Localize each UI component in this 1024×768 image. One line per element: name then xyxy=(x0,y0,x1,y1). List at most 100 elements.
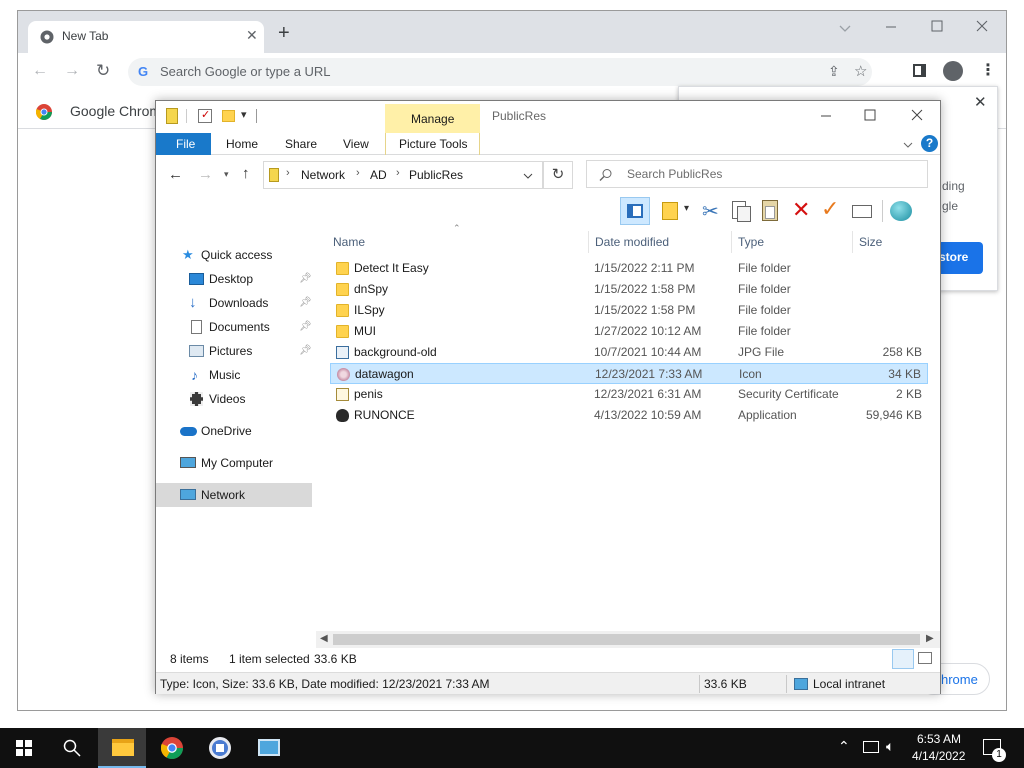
maximize-icon[interactable] xyxy=(864,109,876,121)
column-header-name[interactable]: Name xyxy=(330,231,586,253)
file-explorer-taskbar-icon[interactable] xyxy=(98,728,146,768)
nav-item-documents[interactable]: Documents 📌︎ xyxy=(156,315,312,339)
back-arrow-icon[interactable]: ← xyxy=(32,62,48,80)
control-panel-taskbar-icon[interactable] xyxy=(244,728,292,768)
clock-date[interactable]: 4/14/2022 xyxy=(912,749,965,763)
nav-item-videos[interactable]: Videos xyxy=(156,387,312,411)
new-folder-icon[interactable] xyxy=(222,110,235,122)
search-icon xyxy=(599,169,612,181)
up-arrow-icon[interactable]: ↑ xyxy=(242,165,250,182)
file-row[interactable]: MUI 1/27/2022 10:12 AM File folder xyxy=(330,321,928,342)
file-row[interactable]: RUNONCE 4/13/2022 10:59 AM Application 5… xyxy=(330,405,928,426)
address-bar[interactable]: › Network › AD › PublicRes xyxy=(263,161,543,189)
file-row[interactable]: penis 12/23/2021 6:31 AM Security Certif… xyxy=(330,384,928,405)
show-hidden-icons-chevron-icon[interactable]: ⌃ xyxy=(838,738,850,755)
ribbon-tab-home[interactable]: Home xyxy=(226,137,258,151)
properties-icon[interactable]: ✓ xyxy=(198,109,212,123)
horizontal-scrollbar[interactable]: ◀ ▶ xyxy=(316,631,940,648)
recent-locations-chevron-icon[interactable]: ▾ xyxy=(224,169,229,180)
nav-item-pictures[interactable]: Pictures 📌︎ xyxy=(156,339,312,363)
ribbon-tab-share[interactable]: Share xyxy=(285,137,317,151)
chrome-tab-new-tab[interactable]: New Tab ✕ xyxy=(28,21,264,53)
qat-dropdown-icon[interactable]: ▾ xyxy=(241,108,247,121)
checkmark-icon[interactable]: ✓ xyxy=(821,196,839,222)
breadcrumb-network[interactable]: Network xyxy=(301,168,345,182)
profile-avatar-icon[interactable] xyxy=(943,61,963,81)
refresh-icon[interactable]: ↻ xyxy=(543,161,573,189)
rename-icon[interactable] xyxy=(852,205,872,218)
delete-x-icon[interactable]: ✕ xyxy=(792,197,810,223)
chrome-taskbar-icon[interactable] xyxy=(148,728,196,768)
forward-arrow-icon[interactable]: → xyxy=(198,166,213,183)
more-menu-icon[interactable]: ⋮ xyxy=(980,60,996,80)
dropdown-chevron-icon[interactable]: ▾ xyxy=(684,203,689,214)
breadcrumb-ad[interactable]: AD xyxy=(370,168,387,182)
star-bookmark-icon[interactable]: ☆ xyxy=(854,62,867,80)
file-row[interactable]: dnSpy 1/15/2022 1:58 PM File folder xyxy=(330,279,928,300)
nav-network[interactable]: Network xyxy=(156,483,312,507)
reload-icon[interactable]: ↻ xyxy=(96,61,110,81)
volume-speaker-icon[interactable]: 🔈︎ xyxy=(886,738,894,755)
cut-scissors-icon[interactable]: ✂ xyxy=(702,199,719,224)
nav-my-computer[interactable]: My Computer xyxy=(156,451,312,475)
preview-pane-icon[interactable] xyxy=(620,197,650,225)
file-row[interactable]: Detect It Easy 1/15/2022 2:11 PM File fo… xyxy=(330,258,928,279)
minimize-icon[interactable] xyxy=(884,20,898,34)
copy-icon[interactable] xyxy=(732,201,751,222)
nav-item-pictures-label: Pictures xyxy=(209,344,253,358)
new-folder-icon[interactable] xyxy=(662,202,678,220)
ribbon-tab-file[interactable]: File xyxy=(156,133,211,155)
scroll-left-icon[interactable]: ◀ xyxy=(320,633,328,644)
nav-item-desktop[interactable]: Desktop 📌︎ xyxy=(156,267,312,291)
chevron-down-icon[interactable] xyxy=(838,21,852,35)
search-icon[interactable] xyxy=(63,739,81,757)
help-icon[interactable]: ? xyxy=(921,135,938,152)
new-tab-plus-icon[interactable]: + xyxy=(278,23,290,43)
breadcrumb-publicres[interactable]: PublicRes xyxy=(409,168,463,182)
breadcrumb-sep-icon: › xyxy=(286,167,290,179)
network-status-icon[interactable] xyxy=(863,741,879,753)
scroll-right-icon[interactable]: ▶ xyxy=(926,633,934,644)
file-date: 4/13/2022 10:59 AM xyxy=(594,408,702,422)
file-row[interactable]: background-old 10/7/2021 10:44 AM JPG Fi… xyxy=(330,342,928,363)
manage-tab-label[interactable]: Manage xyxy=(411,112,454,126)
promo-close-icon[interactable]: ✕ xyxy=(974,93,987,111)
ribbon-expand-chevron-icon[interactable] xyxy=(902,140,914,150)
windows-start-icon[interactable] xyxy=(16,740,32,756)
minimize-icon[interactable] xyxy=(820,110,832,122)
globe-icon[interactable] xyxy=(890,201,912,221)
paste-icon[interactable] xyxy=(762,200,778,221)
details-view-icon[interactable] xyxy=(892,649,914,669)
qat-separator-2 xyxy=(256,109,257,123)
column-header-size[interactable]: Size xyxy=(852,231,932,253)
brave-taskbar-icon[interactable] xyxy=(196,728,244,768)
column-header-date[interactable]: Date modified xyxy=(588,231,730,253)
tab-close-icon[interactable]: ✕ xyxy=(246,27,258,44)
nav-quick-access[interactable]: ★ Quick access xyxy=(156,243,312,267)
nav-item-music[interactable]: ♪ Music xyxy=(156,363,312,387)
clock-time[interactable]: 6:53 AM xyxy=(917,732,961,746)
nav-item-downloads-label: Downloads xyxy=(209,296,269,310)
file-name: dnSpy xyxy=(354,282,389,296)
omnibox[interactable]: G Search Google or type a URL ⇪ ☆ xyxy=(128,58,872,86)
ribbon-tab-view[interactable]: View xyxy=(343,137,369,151)
ribbon-tab-file-label: File xyxy=(176,137,196,151)
share-icon[interactable]: ⇪ xyxy=(828,63,840,80)
forward-arrow-icon[interactable]: → xyxy=(64,62,80,80)
address-dropdown-chevron-icon[interactable] xyxy=(522,171,534,181)
large-icons-view-icon[interactable] xyxy=(918,652,932,664)
file-row[interactable]: ILSpy 1/15/2022 1:58 PM File folder xyxy=(330,300,928,321)
ribbon-tab-picture-tools[interactable]: Picture Tools xyxy=(385,133,480,155)
bookmark-google-chrome[interactable]: Google Chrome xyxy=(70,103,156,119)
close-icon[interactable] xyxy=(911,109,923,121)
side-panel-icon[interactable] xyxy=(913,64,926,77)
column-header-type[interactable]: Type xyxy=(731,231,851,253)
close-icon[interactable] xyxy=(975,19,989,33)
nav-item-downloads[interactable]: ↓ Downloads 📌︎ xyxy=(156,291,312,315)
back-arrow-icon[interactable]: ← xyxy=(168,166,183,183)
nav-onedrive[interactable]: OneDrive xyxy=(156,419,312,443)
maximize-icon[interactable] xyxy=(930,19,944,33)
file-row-selected[interactable]: datawagon 12/23/2021 7:33 AM Icon 34 KB xyxy=(330,363,928,384)
scrollbar-thumb[interactable] xyxy=(333,634,920,645)
search-box[interactable]: Search PublicRes xyxy=(586,160,928,188)
